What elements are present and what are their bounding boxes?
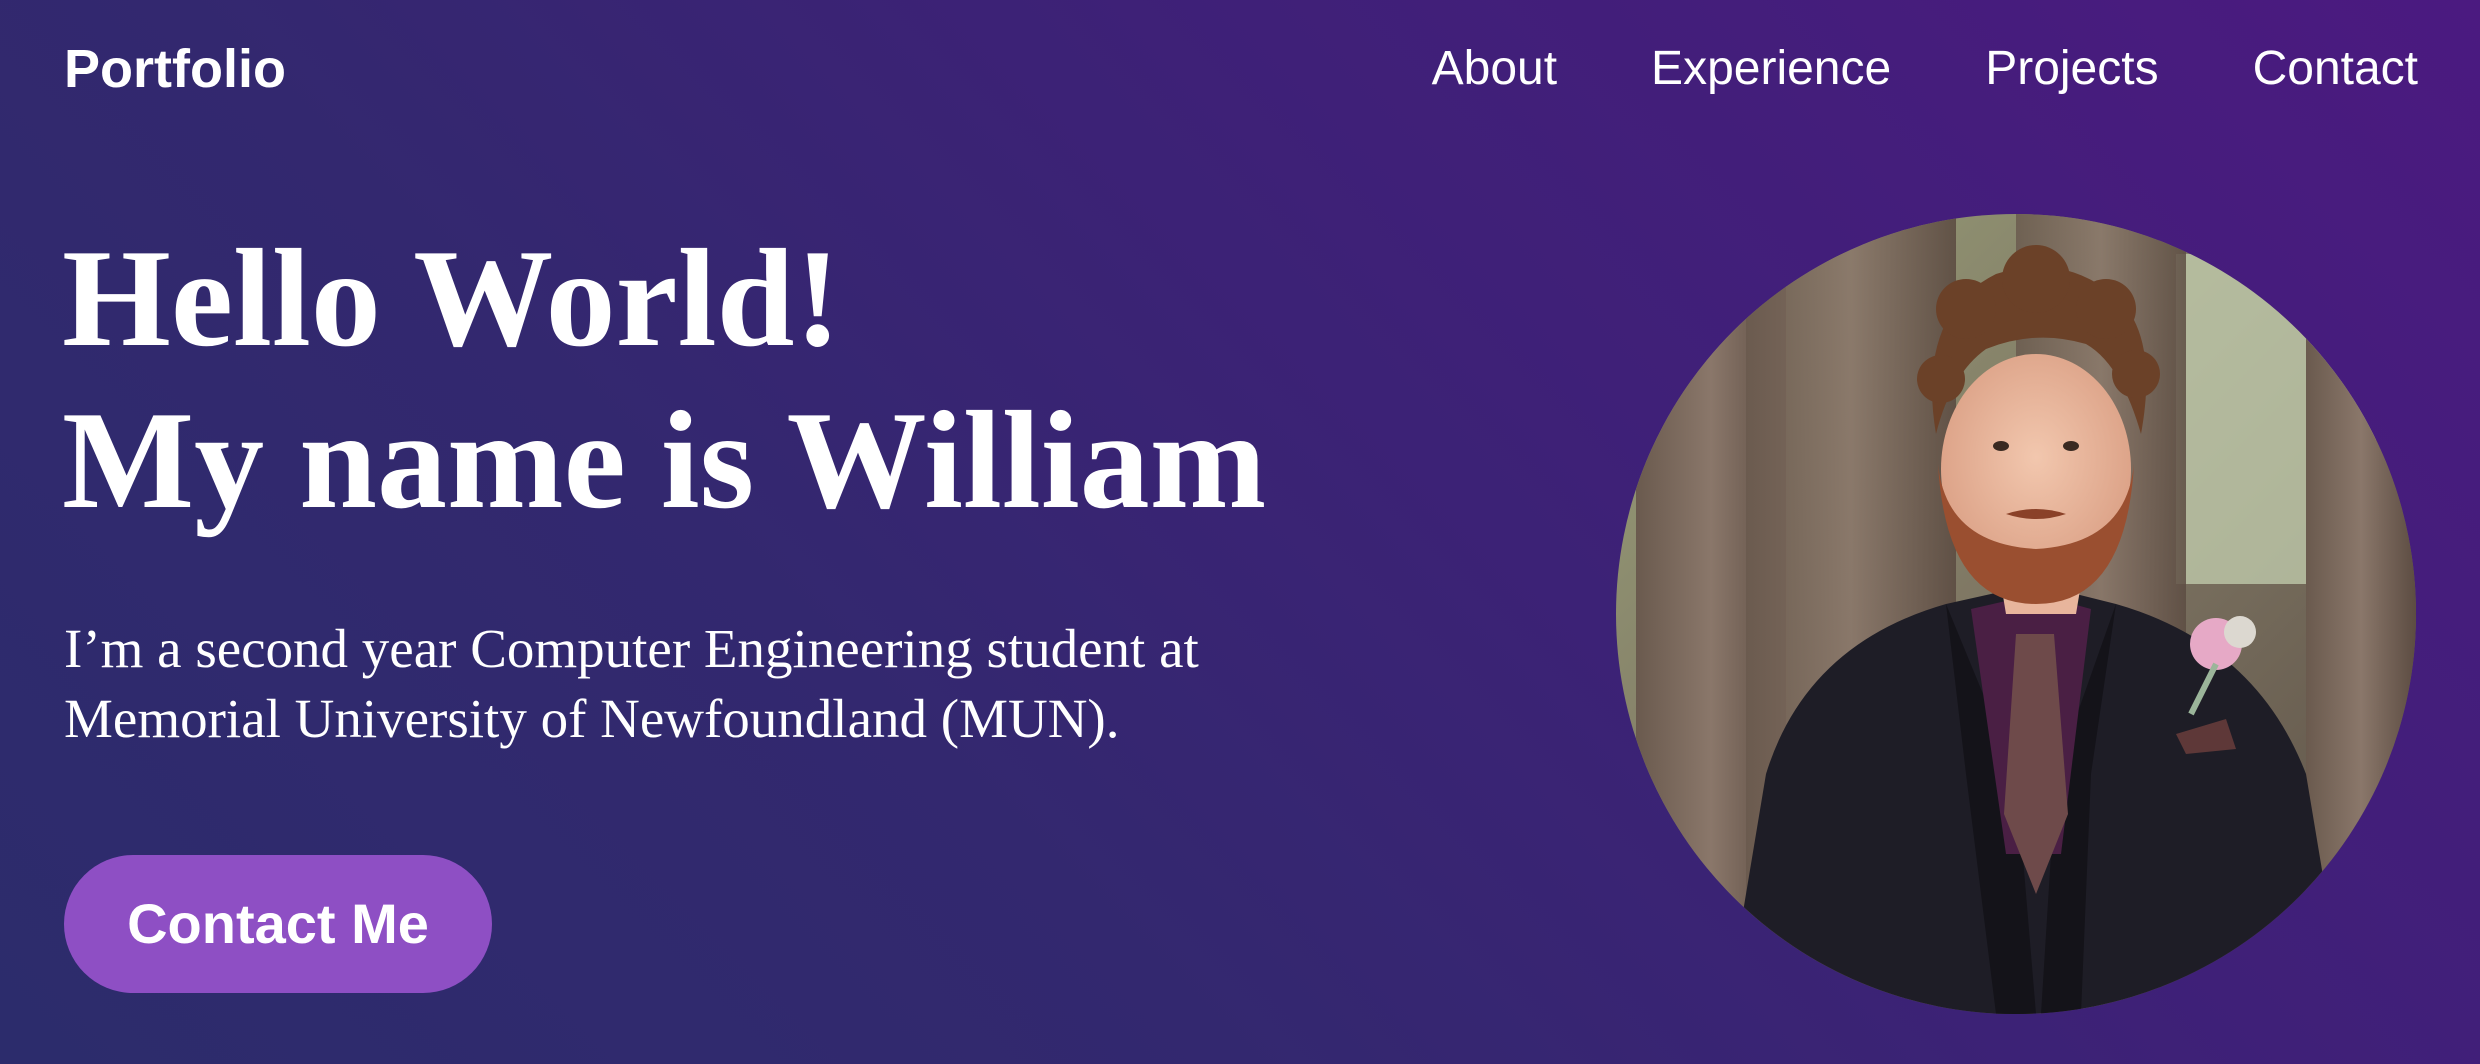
navbar: Portfolio About Experience Projects Cont… — [0, 0, 2480, 140]
hero-description: I’m a second year Computer Engineering s… — [64, 618, 1199, 749]
profile-photo — [1616, 214, 2416, 1014]
nav-links: About Experience Projects Contact — [1432, 38, 2418, 100]
hero-title-line-2: My name is William — [62, 383, 1267, 538]
nav-link-contact[interactable]: Contact — [2253, 38, 2418, 100]
hero-title: Hello World! My name is William — [62, 218, 1266, 542]
nav-link-experience[interactable]: Experience — [1651, 38, 1891, 100]
nav-link-projects[interactable]: Projects — [1985, 38, 2158, 100]
hero-title-line-1: Hello World! — [62, 221, 842, 376]
brand-logo[interactable]: Portfolio — [64, 36, 286, 102]
contact-me-button[interactable]: Contact Me — [64, 855, 492, 993]
nav-link-about[interactable]: About — [1432, 38, 1557, 100]
profile-photo-illustration — [1616, 214, 2416, 1014]
